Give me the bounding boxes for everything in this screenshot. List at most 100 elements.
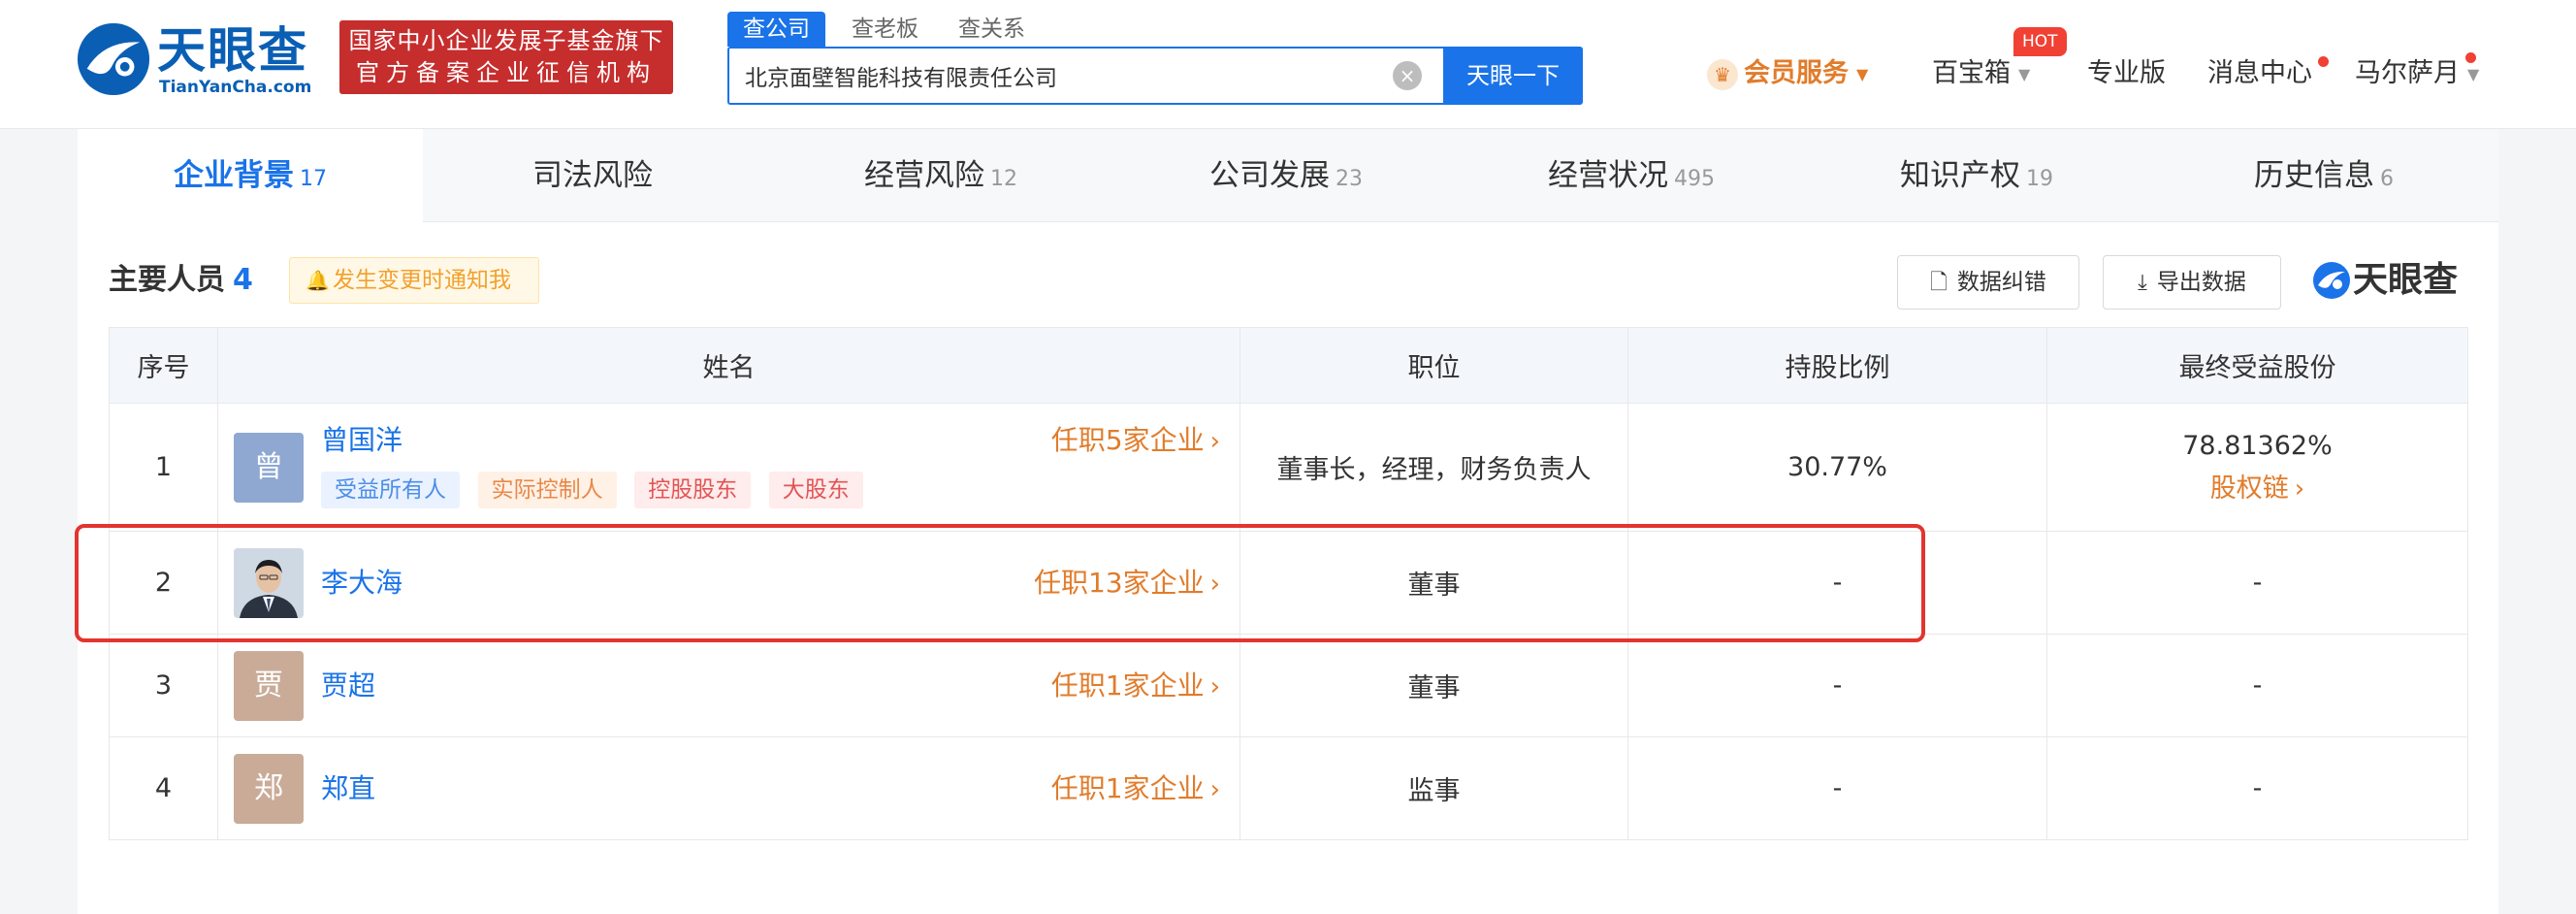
jobs-link[interactable]: 任职1家企业 › bbox=[1051, 771, 1220, 807]
col-header-name: 姓名 bbox=[217, 327, 1240, 404]
col-header-benefit: 最终受益股份 bbox=[2046, 327, 2468, 404]
search-button[interactable]: 天眼一下 bbox=[1443, 47, 1583, 105]
pro-version-link[interactable]: 专业版 bbox=[2087, 54, 2166, 93]
search-box: × 天眼一下 bbox=[727, 47, 1583, 105]
tab-label: 历史信息 bbox=[2254, 158, 2374, 193]
user-name: 马尔萨月 bbox=[2355, 58, 2460, 88]
table-row: 3 贾 贾超 任职1家企业 › 董事 - - bbox=[109, 634, 2468, 737]
toolbox-label: 百宝箱 bbox=[1932, 58, 2011, 88]
benefit-value: 78.81362% bbox=[2182, 430, 2333, 461]
chevron-right-icon: › bbox=[1209, 672, 1220, 702]
message-center-link[interactable]: 消息中心 bbox=[2207, 54, 2312, 93]
tab-label: 企业背景 bbox=[174, 158, 294, 193]
bell-icon: 🔔 bbox=[306, 269, 330, 292]
chevron-right-icon: › bbox=[1209, 427, 1220, 456]
share-cell: - bbox=[1627, 736, 2047, 840]
benefit-cell: - bbox=[2046, 634, 2468, 737]
table-row: 2 李大海 任职13家企业 › 董事 - - bbox=[109, 531, 2468, 635]
data-correction-button[interactable]: 🗋 数据纠错 bbox=[1897, 255, 2079, 310]
tab-count: 495 bbox=[1674, 167, 1715, 191]
search-tab-boss[interactable]: 查老板 bbox=[836, 12, 934, 47]
tab-count: 17 bbox=[300, 167, 327, 191]
role-tags: 受益所有人 实际控制人 控股股东 大股东 bbox=[321, 472, 873, 508]
tag-controlling-shareholder: 控股股东 bbox=[634, 472, 752, 508]
person-name-link[interactable]: 贾超 bbox=[321, 669, 375, 703]
jobs-link[interactable]: 任职5家企业 › bbox=[1051, 423, 1220, 459]
chevron-right-icon: › bbox=[1209, 570, 1220, 599]
tag-beneficial-owner: 受益所有人 bbox=[321, 472, 460, 508]
message-unread-dot bbox=[2318, 56, 2329, 67]
person-name-link[interactable]: 郑直 bbox=[321, 771, 375, 806]
slogan-line-2: 官方备案企业征信机构 bbox=[356, 59, 657, 86]
tab-label: 知识产权 bbox=[1900, 158, 2020, 193]
tab-label: 公司发展 bbox=[1209, 158, 1330, 193]
row-index: 2 bbox=[109, 531, 218, 635]
tab-label: 司法风险 bbox=[532, 158, 653, 193]
tab-count: 12 bbox=[990, 167, 1017, 191]
slogan-badge: 国家中小企业发展子基金旗下 官方备案企业征信机构 bbox=[339, 20, 673, 94]
chevron-right-icon: › bbox=[1209, 775, 1220, 804]
jobs-link[interactable]: 任职1家企业 › bbox=[1051, 669, 1220, 704]
position-cell: 董事 bbox=[1240, 634, 1628, 737]
export-data-button[interactable]: ⤓ 导出数据 bbox=[2103, 255, 2281, 310]
tab-enterprise-background[interactable]: 企业背景 17 bbox=[78, 129, 423, 222]
avatar: 郑 bbox=[234, 754, 304, 824]
tab-operating-risk[interactable]: 经营风险 12 bbox=[768, 129, 1113, 222]
tab-label: 经营状况 bbox=[1548, 158, 1668, 193]
tianyancha-logo-icon bbox=[2313, 262, 2350, 299]
tab-count: 19 bbox=[2026, 167, 2053, 191]
search-tab-company[interactable]: 查公司 bbox=[727, 12, 825, 47]
jobs-label: 任职1家企业 bbox=[1050, 669, 1205, 702]
tianyancha-logo[interactable]: 天眼查 TianYanCha.com bbox=[76, 21, 318, 99]
search-tab-relation[interactable]: 查关系 bbox=[943, 12, 1041, 47]
person-name-link[interactable]: 李大海 bbox=[321, 566, 402, 601]
person-name-link[interactable]: 曾国洋 bbox=[321, 423, 402, 458]
vip-service-menu[interactable]: ♛ 会员服务 ▼ bbox=[1707, 54, 1868, 93]
benefit-cell: - bbox=[2046, 736, 2468, 840]
top-header: 天眼查 TianYanCha.com 国家中小企业发展子基金旗下 官方备案企业征… bbox=[0, 0, 2576, 129]
equity-chain-link[interactable]: 股权链 › bbox=[2047, 468, 2467, 510]
share-cell: 30.77% bbox=[1627, 403, 2047, 532]
tag-actual-controller: 实际控制人 bbox=[477, 472, 617, 508]
tab-intellectual-property[interactable]: 知识产权 19 bbox=[1804, 129, 2149, 222]
tianyancha-logo-icon bbox=[77, 22, 150, 96]
export-label: 导出数据 bbox=[2156, 270, 2246, 295]
tag-major-shareholder: 大股东 bbox=[768, 472, 863, 508]
notify-label: 发生变更时通知我 bbox=[333, 268, 511, 293]
category-tabbar: 企业背景 17 司法风险 经营风险 12 公司发展 23 经营状况 495 知识产权 19… bbox=[78, 129, 2498, 222]
person-photo bbox=[234, 548, 304, 618]
user-menu[interactable]: 马尔萨月 ▼ bbox=[2355, 54, 2479, 93]
section-count: 4 bbox=[233, 263, 253, 297]
toolbox-menu[interactable]: 百宝箱 ▼ bbox=[1932, 54, 2030, 93]
logo-text-cn: 天眼查 bbox=[157, 22, 308, 79]
col-header-index: 序号 bbox=[109, 327, 218, 404]
person-cell: 贾 贾超 任职1家企业 › bbox=[217, 634, 1240, 737]
tab-label: 经营风险 bbox=[864, 158, 984, 193]
jobs-label: 任职1家企业 bbox=[1050, 772, 1205, 804]
row-index: 3 bbox=[109, 634, 218, 737]
section-title: 主要人员 4 bbox=[109, 259, 253, 302]
vip-label: 会员服务 bbox=[1744, 58, 1849, 88]
benefit-cell: 78.81362% 股权链 › bbox=[2046, 403, 2468, 532]
correction-label: 数据纠错 bbox=[1956, 270, 2046, 295]
tab-company-development[interactable]: 公司发展 23 bbox=[1113, 129, 1459, 222]
hot-badge: HOT bbox=[2013, 27, 2067, 56]
key-personnel-table: 序号 姓名 职位 持股比例 最终受益股份 1 曾 曾国洋 任职5家企业 › 受益所… bbox=[109, 327, 2468, 840]
share-cell: - bbox=[1627, 531, 2047, 635]
search-input[interactable] bbox=[729, 49, 1428, 103]
slogan-line-1: 国家中小企业发展子基金旗下 bbox=[348, 27, 664, 54]
person-cell: 曾 曾国洋 任职5家企业 › 受益所有人 实际控制人 控股股东 大股东 bbox=[217, 403, 1240, 532]
tab-history-info[interactable]: 历史信息 6 bbox=[2149, 129, 2498, 222]
brand-text: 天眼查 bbox=[2353, 260, 2459, 300]
notify-on-change-button[interactable]: 🔔 发生变更时通知我 bbox=[289, 257, 539, 304]
tab-judicial-risk[interactable]: 司法风险 bbox=[423, 129, 768, 222]
jobs-label: 任职5家企业 bbox=[1050, 424, 1205, 456]
col-header-position: 职位 bbox=[1240, 327, 1628, 404]
tab-operating-status[interactable]: 经营状况 495 bbox=[1459, 129, 1804, 222]
jobs-link[interactable]: 任职13家企业 › bbox=[1034, 566, 1220, 602]
chevron-right-icon: › bbox=[2294, 473, 2305, 504]
clear-icon[interactable]: × bbox=[1393, 61, 1422, 90]
jobs-label: 任职13家企业 bbox=[1033, 567, 1205, 599]
position-cell: 董事长，经理，财务负责人 bbox=[1240, 403, 1628, 532]
avatar: 贾 bbox=[234, 651, 304, 721]
